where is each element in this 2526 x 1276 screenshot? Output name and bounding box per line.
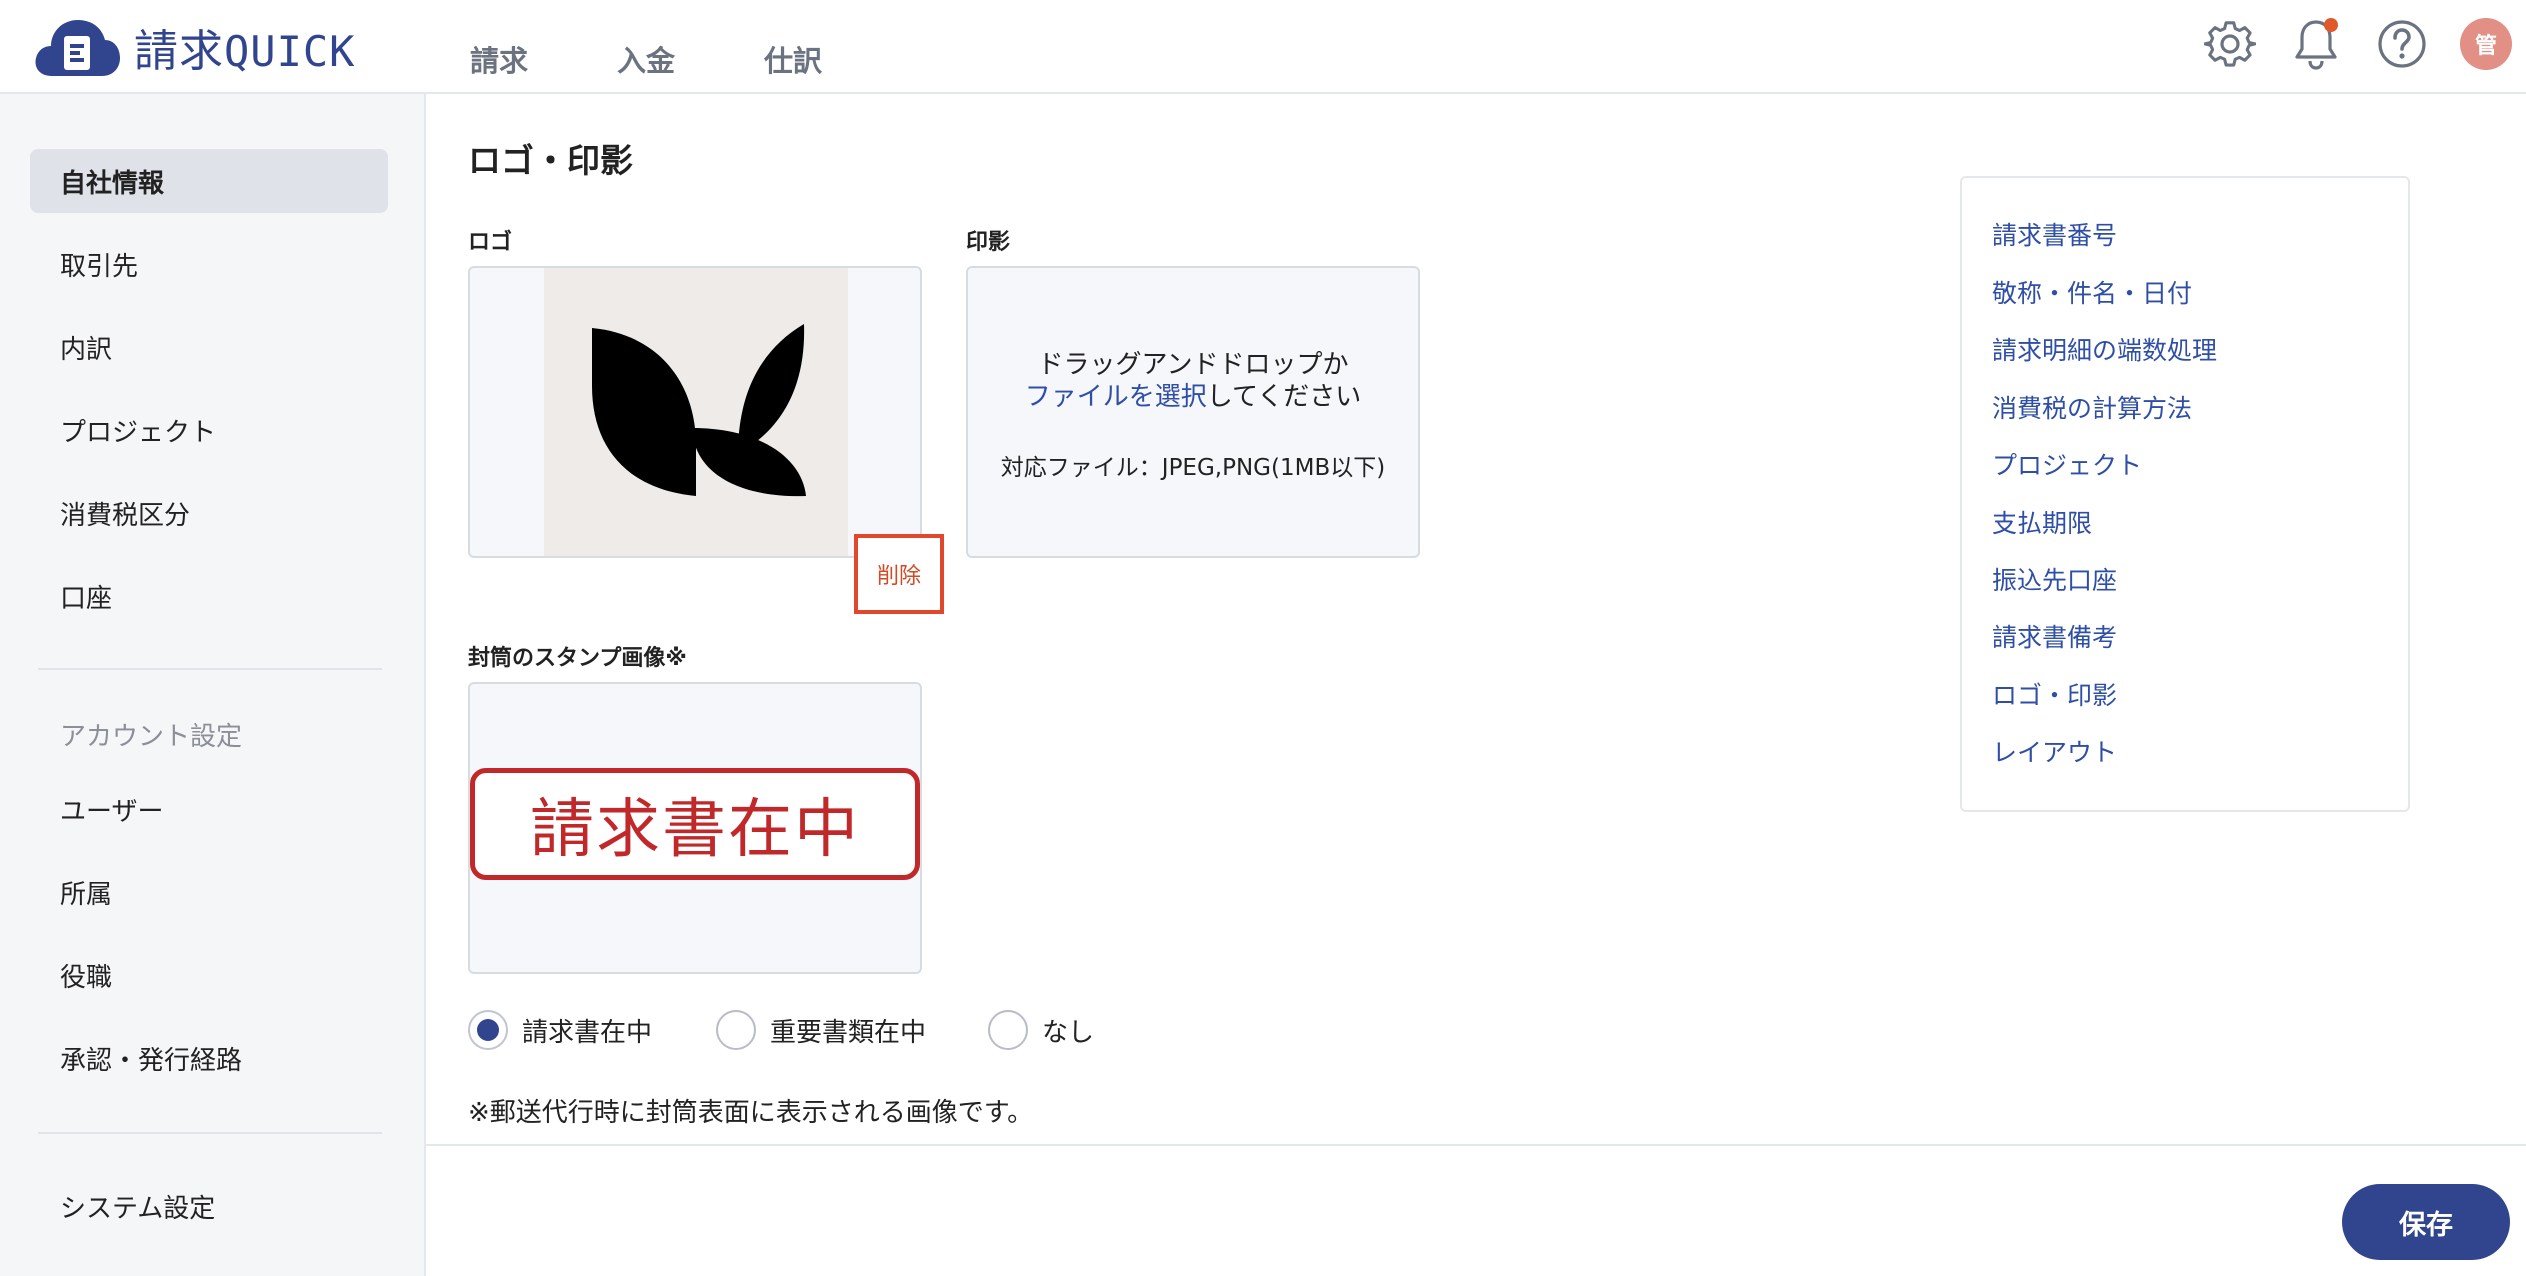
toc-link-transfer-account[interactable]: 振込先口座 bbox=[1992, 561, 2117, 597]
section-toc: 請求書番号 敬称・件名・日付 請求明細の端数処理 消費税の計算方法 プロジェクト… bbox=[1960, 176, 2410, 812]
toc-link-honorific-subject-date[interactable]: 敬称・件名・日付 bbox=[1992, 274, 2192, 310]
bell-icon[interactable] bbox=[2286, 14, 2346, 74]
notification-badge bbox=[2324, 18, 2338, 32]
app-logo[interactable]: 請求QUICK bbox=[34, 16, 355, 78]
radio-invoice-enclosed[interactable]: 請求書在中 bbox=[468, 1010, 652, 1050]
app-name-latin: QUICK bbox=[224, 27, 356, 76]
app-name: 請求QUICK bbox=[134, 15, 355, 79]
supported-files-note: 対応ファイル：JPEG,PNG(1MB以下) bbox=[1000, 455, 1386, 481]
toc-link-project[interactable]: プロジェクト bbox=[1992, 446, 2142, 482]
toc-link-invoice-number[interactable]: 請求書番号 bbox=[1992, 216, 2117, 252]
toc-link-rounding[interactable]: 請求明細の端数処理 bbox=[1992, 331, 2217, 367]
sidebar-item-approval-route[interactable]: 承認・発行経路 bbox=[30, 1026, 388, 1090]
toc-link-logo-seal[interactable]: ロゴ・印影 bbox=[1992, 676, 2117, 712]
user-avatar[interactable]: 管 bbox=[2460, 18, 2512, 70]
sidebar-section-account-settings: アカウント設定 bbox=[60, 722, 243, 752]
help-icon[interactable] bbox=[2372, 14, 2432, 74]
nav-billing[interactable]: 請求 bbox=[470, 38, 528, 80]
sidebar-item-company-info[interactable]: 自社情報 bbox=[30, 149, 388, 213]
save-button[interactable]: 保存 bbox=[2342, 1184, 2510, 1260]
drop-instruction-line2: ファイルを選択してください bbox=[968, 376, 1418, 413]
radio-label: 請求書在中 bbox=[522, 1017, 653, 1048]
toc-link-layout[interactable]: レイアウト bbox=[1992, 733, 2117, 769]
nav-payment[interactable]: 入金 bbox=[617, 38, 675, 80]
sidebar-item-account[interactable]: 口座 bbox=[30, 564, 388, 628]
radio-label: 重要書類在中 bbox=[770, 1017, 927, 1048]
logo-delete-button[interactable]: 削除 bbox=[854, 534, 944, 614]
app-header: 請求QUICK 請求 入金 仕訳 管 bbox=[0, 0, 2526, 94]
logo-label: ロゴ bbox=[468, 230, 513, 255]
radio-important-documents[interactable]: 重要書類在中 bbox=[716, 1010, 926, 1050]
sidebar-item-tax-category[interactable]: 消費税区分 bbox=[30, 481, 388, 545]
gear-icon[interactable] bbox=[2200, 14, 2260, 74]
seal-label: 印影 bbox=[966, 230, 1011, 255]
radio-none[interactable]: なし bbox=[988, 1010, 1094, 1050]
envelope-stamp-label: 封筒のスタンプ画像※ bbox=[468, 646, 687, 671]
sidebar-item-position[interactable]: 役職 bbox=[30, 943, 388, 1007]
envelope-stamp-box: 請求書在中 bbox=[468, 682, 922, 974]
logo-image-box[interactable] bbox=[468, 266, 922, 558]
sidebar-divider bbox=[38, 668, 382, 670]
sidebar-item-affiliation[interactable]: 所属 bbox=[30, 860, 388, 924]
page-title: ロゴ・印影 bbox=[468, 141, 633, 180]
logo-image bbox=[544, 268, 848, 556]
leaf-logo-icon bbox=[592, 324, 806, 497]
envelope-footnote: ※郵送代行時に封筒表面に表示される画像です。 bbox=[468, 1098, 1034, 1128]
select-file-link[interactable]: ファイルを選択 bbox=[1025, 382, 1207, 412]
sidebar-item-system-settings[interactable]: システム設定 bbox=[30, 1174, 388, 1238]
sidebar-item-project[interactable]: プロジェクト bbox=[30, 398, 388, 462]
sidebar: 自社情報 取引先 内訳 プロジェクト 消費税区分 口座 アカウント設定 ユーザー… bbox=[0, 94, 426, 1276]
app-name-kanji: 請求 bbox=[134, 26, 224, 77]
radio-button[interactable] bbox=[988, 1010, 1028, 1050]
toc-link-invoice-remarks[interactable]: 請求書備考 bbox=[1992, 618, 2117, 654]
seal-drop-zone[interactable]: ドラッグアンドドロップか ファイルを選択してください 対応ファイル：JPEG,P… bbox=[966, 266, 1420, 558]
radio-button[interactable] bbox=[468, 1010, 508, 1050]
envelope-stamp-image: 請求書在中 bbox=[470, 768, 920, 880]
sidebar-item-breakdown[interactable]: 内訳 bbox=[30, 315, 388, 379]
toc-link-payment-due[interactable]: 支払期限 bbox=[1992, 504, 2092, 540]
cloud-document-icon bbox=[34, 16, 122, 78]
nav-journal[interactable]: 仕訳 bbox=[764, 38, 822, 80]
sidebar-item-clients[interactable]: 取引先 bbox=[30, 232, 388, 296]
drop-instruction-rest: してください bbox=[1206, 382, 1362, 412]
sidebar-item-users[interactable]: ユーザー bbox=[30, 777, 388, 841]
sidebar-divider bbox=[38, 1132, 382, 1134]
radio-button[interactable] bbox=[716, 1010, 756, 1050]
action-footer: 保存 bbox=[426, 1144, 2526, 1276]
radio-label: なし bbox=[1042, 1017, 1095, 1048]
toc-link-tax-calculation[interactable]: 消費税の計算方法 bbox=[1992, 389, 2192, 425]
